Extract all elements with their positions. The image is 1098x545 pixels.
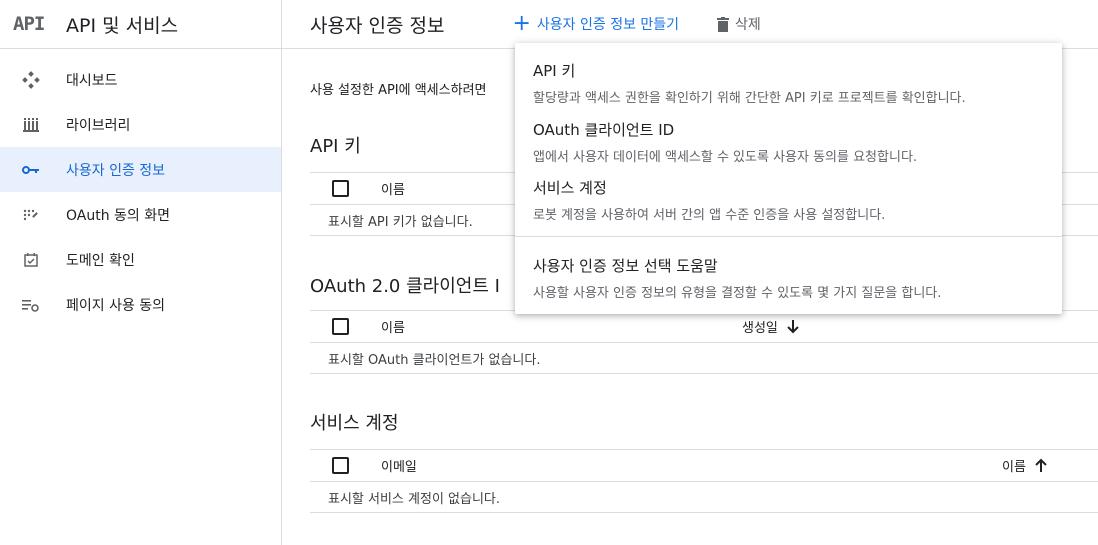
menu-item-description: 로봇 계정을 사용하여 서버 간의 앱 수준 인증을 사용 설정합니다. (533, 208, 886, 223)
intro-text: 사용 설정한 API에 액세스하려면 (310, 83, 487, 98)
sidebar-item-credentials[interactable]: 사용자 인증 정보 (0, 147, 281, 192)
select-all-checkbox[interactable] (332, 180, 349, 197)
sidebar-item-label: OAuth 동의 화면 (66, 207, 171, 224)
sidebar-item-label: 도메인 확인 (66, 252, 135, 269)
menu-item-description: 앱에서 사용자 데이터에 액세스할 수 있도록 사용자 동의를 요청합니다. (533, 150, 918, 165)
api-logo: API (13, 13, 45, 35)
sidebar-item-library[interactable]: 라이브러리 (0, 102, 281, 147)
delete-button[interactable]: 삭제 (717, 14, 761, 34)
sidebar-item-label: 라이브러리 (66, 117, 131, 134)
sidebar-item-dashboard[interactable]: 대시보드 (0, 57, 281, 102)
app-window: API API 및 서비스 대시보드 라이브러리 사용자 인증 정보 OAuth… (0, 0, 1098, 545)
menu-item-description: 할당량과 액세스 권한을 확인하기 위해 간단한 API 키로 프로젝트를 확인… (533, 91, 966, 106)
sidebar-item-label: 대시보드 (66, 72, 118, 89)
create-credentials-button[interactable]: + 사용자 인증 정보 만들기 (512, 13, 679, 35)
api-keys-title: API 키 (310, 136, 361, 157)
create-credentials-label: 사용자 인증 정보 만들기 (536, 17, 680, 33)
menu-item-title: 사용자 인증 정보 선택 도움말 (533, 257, 718, 275)
sidebar-item-page-usage-consent[interactable]: 페이지 사용 동의 (0, 282, 281, 327)
trash-icon (717, 16, 730, 32)
domain-check-icon (20, 249, 42, 271)
menu-item-api-key[interactable]: API 키 할당량과 액세스 권한을 확인하기 위해 간단한 API 키로 프로… (515, 60, 1062, 106)
product-title[interactable]: API 및 서비스 (66, 11, 178, 38)
menu-item-description: 사용할 사용자 인증 정보의 유형을 결정할 수 있도록 몇 가지 질문을 합니… (533, 286, 942, 301)
menu-item-title: OAuth 클라이언트 ID (533, 121, 675, 139)
empty-message: 표시할 서비스 계정이 없습니다. (310, 482, 1098, 513)
create-credentials-menu: API 키 할당량과 액세스 권한을 확인하기 위해 간단한 API 키로 프로… (515, 43, 1062, 314)
page-header: 사용자 인증 정보 + 사용자 인증 정보 만들기 삭제 (282, 0, 1098, 49)
column-label: 이름 (1002, 460, 1026, 475)
table-header: 이메일 이름 (310, 449, 1098, 482)
table-header: 이름 생성일 (310, 310, 1098, 343)
column-name[interactable]: 이름 (381, 179, 405, 198)
oauth-clients-table: 이름 생성일 표시할 OAuth 클라이언트가 없습니다. (310, 310, 1098, 374)
menu-item-help-me-choose[interactable]: 사용자 인증 정보 선택 도움말 사용할 사용자 인증 정보의 유형을 결정할 … (515, 255, 1062, 301)
settings-list-icon (20, 294, 42, 316)
page-title: 사용자 인증 정보 (310, 14, 445, 37)
sidebar-item-label: 사용자 인증 정보 (66, 162, 166, 179)
dashboard-icon (20, 69, 42, 91)
key-icon (20, 159, 42, 181)
select-all-checkbox[interactable] (332, 318, 349, 335)
plus-icon: + (512, 11, 531, 36)
column-name[interactable]: 이름 (381, 317, 405, 336)
library-icon (20, 114, 42, 136)
menu-item-title: 서비스 계정 (533, 179, 607, 197)
sidebar-header: API API 및 서비스 (0, 0, 281, 49)
column-name-sort[interactable]: 이름 (1002, 456, 1048, 475)
empty-message: 표시할 OAuth 클라이언트가 없습니다. (310, 343, 1098, 374)
select-all-checkbox[interactable] (332, 457, 349, 474)
column-email[interactable]: 이메일 (381, 456, 417, 475)
oauth-clients-title: OAuth 2.0 클라이언트 I (310, 276, 500, 297)
sidebar-item-domain-verification[interactable]: 도메인 확인 (0, 237, 281, 282)
column-label: 생성일 (742, 321, 778, 336)
sidebar-item-oauth-consent[interactable]: OAuth 동의 화면 (0, 192, 281, 237)
column-created-date[interactable]: 생성일 (742, 317, 800, 336)
menu-item-service-account[interactable]: 서비스 계정 로봇 계정을 사용하여 서버 간의 앱 수준 인증을 사용 설정합… (515, 177, 1062, 223)
arrow-down-icon (787, 320, 799, 334)
arrow-up-icon (1035, 458, 1047, 472)
service-accounts-table: 이메일 이름 표시할 서비스 계정이 없습니다. (310, 449, 1098, 513)
menu-item-oauth-client-id[interactable]: OAuth 클라이언트 ID 앱에서 사용자 데이터에 액세스할 수 있도록 사… (515, 119, 1062, 165)
consent-icon (20, 204, 42, 226)
delete-label: 삭제 (735, 17, 761, 33)
sidebar: API API 및 서비스 대시보드 라이브러리 사용자 인증 정보 OAuth… (0, 0, 282, 545)
sidebar-item-label: 페이지 사용 동의 (66, 297, 166, 314)
menu-divider (515, 236, 1062, 237)
sidebar-nav: 대시보드 라이브러리 사용자 인증 정보 OAuth 동의 화면 도메인 확인 … (0, 57, 281, 327)
menu-item-title: API 키 (533, 62, 576, 80)
service-accounts-title: 서비스 계정 (310, 413, 399, 434)
